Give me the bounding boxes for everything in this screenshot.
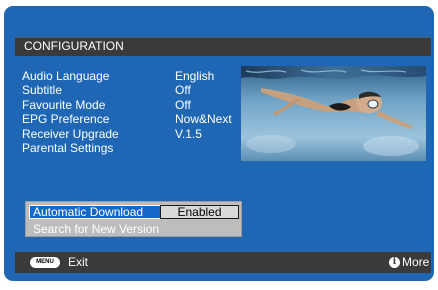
page-title: CONFIGURATION [15,37,431,56]
automatic-download-label: Automatic Download [33,205,144,219]
setting-label: Subtitle [22,83,63,98]
upgrade-options-panel: Automatic Download Enabled Search for Ne… [25,201,242,237]
setting-subtitle[interactable]: Subtitle Off [22,83,252,97]
setting-audio-language[interactable]: Audio Language English [22,69,252,83]
more-hint[interactable]: More [402,252,429,273]
menu-key-icon: MENU [30,257,60,268]
setting-value: Off [175,97,191,112]
setting-label: Parental Settings [22,140,114,155]
setting-favourite-mode[interactable]: Favourite Mode Off [22,98,252,112]
search-new-version-option[interactable]: Search for New Version [29,222,159,236]
setting-label: EPG Preference [22,112,110,127]
setting-parental-settings[interactable]: Parental Settings [22,141,252,155]
setting-epg-preference[interactable]: EPG Preference Now&Next [22,112,252,126]
setting-value: Off [175,83,191,98]
setting-label: Receiver Upgrade [22,126,119,141]
setting-value: English [175,69,215,83]
swimmer-underwater-image [241,66,426,161]
automatic-download-value[interactable]: Enabled [160,205,239,219]
configuration-screen: CONFIGURATION Audio Language English Sub… [4,6,434,281]
setting-receiver-upgrade[interactable]: Receiver Upgrade V.1.5 [22,127,252,141]
setting-label: Audio Language [22,69,110,83]
info-icon: i [389,257,400,268]
setting-value: V.1.5 [175,126,202,141]
footer-bar: MENU Exit i More [15,252,431,273]
exit-hint[interactable]: Exit [68,252,88,273]
settings-list: Audio Language English Subtitle Off Favo… [22,69,252,155]
automatic-download-option[interactable]: Automatic Download Enabled [29,205,239,219]
setting-value: Now&Next [175,112,232,127]
setting-label: Favourite Mode [22,97,106,112]
video-preview [241,66,426,161]
